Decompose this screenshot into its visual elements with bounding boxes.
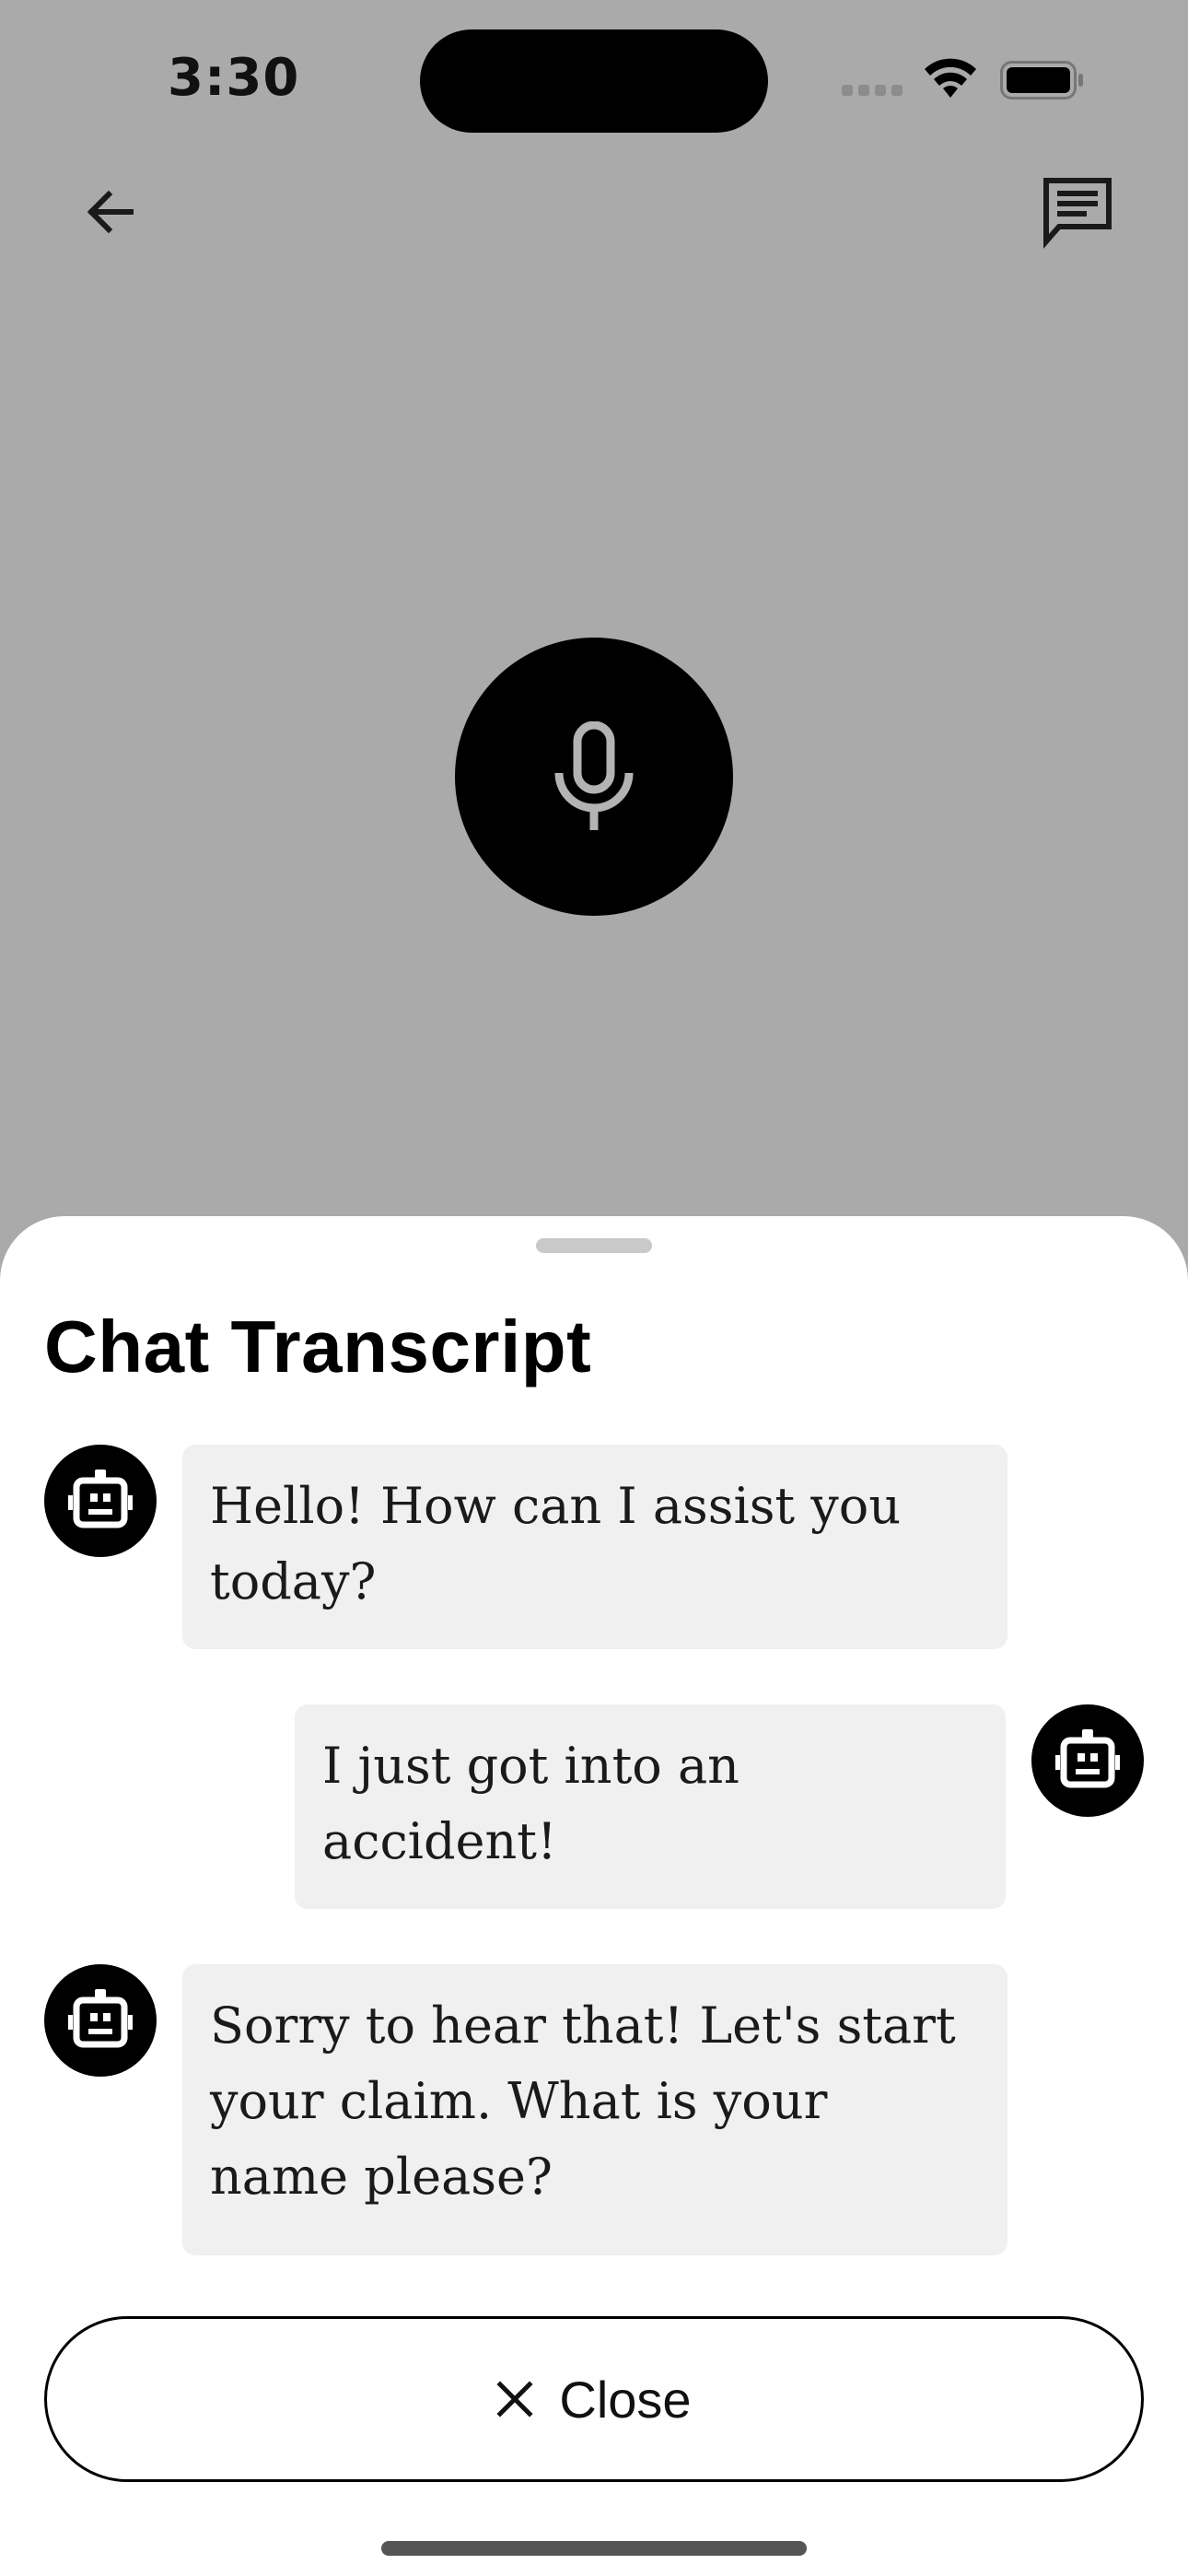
close-button[interactable]: Close <box>44 2316 1144 2482</box>
close-x-icon <box>496 2381 533 2418</box>
robot-icon <box>1055 1729 1120 1788</box>
status-time: 3:30 <box>168 48 300 108</box>
chat-transcript-sheet: Chat Transcript Hello! How can I assist … <box>0 1216 1188 2576</box>
home-indicator[interactable] <box>381 2541 807 2556</box>
microphone-button[interactable] <box>455 638 733 916</box>
chat-bubble-bot: Hello! How can I assist you today? <box>182 1445 1007 1649</box>
wifi-icon <box>925 58 976 98</box>
back-button[interactable] <box>64 166 157 258</box>
cellular-signal-icon <box>842 85 903 98</box>
chat-bubble-bot: Sorry to hear that! Let's start your cla… <box>182 1964 1007 2255</box>
sheet-grabber[interactable] <box>536 1238 652 1253</box>
user-avatar <box>1031 1704 1144 1817</box>
chat-transcript-button[interactable] <box>1031 166 1124 258</box>
bot-avatar <box>44 1445 157 1557</box>
close-button-label: Close <box>559 2370 692 2429</box>
robot-icon <box>68 1989 133 2048</box>
arrow-left-icon <box>87 190 134 234</box>
robot-icon <box>68 1469 133 1528</box>
chat-bubble-user: I just got into an accident! <box>295 1704 1006 1909</box>
sheet-title: Chat Transcript <box>44 1306 592 1388</box>
bot-avatar <box>44 1964 157 2077</box>
battery-icon <box>1000 61 1083 100</box>
status-bar: 3:30 <box>0 0 1188 166</box>
chat-message-icon <box>1043 178 1112 249</box>
dynamic-island <box>420 29 768 133</box>
microphone-icon <box>554 721 634 830</box>
